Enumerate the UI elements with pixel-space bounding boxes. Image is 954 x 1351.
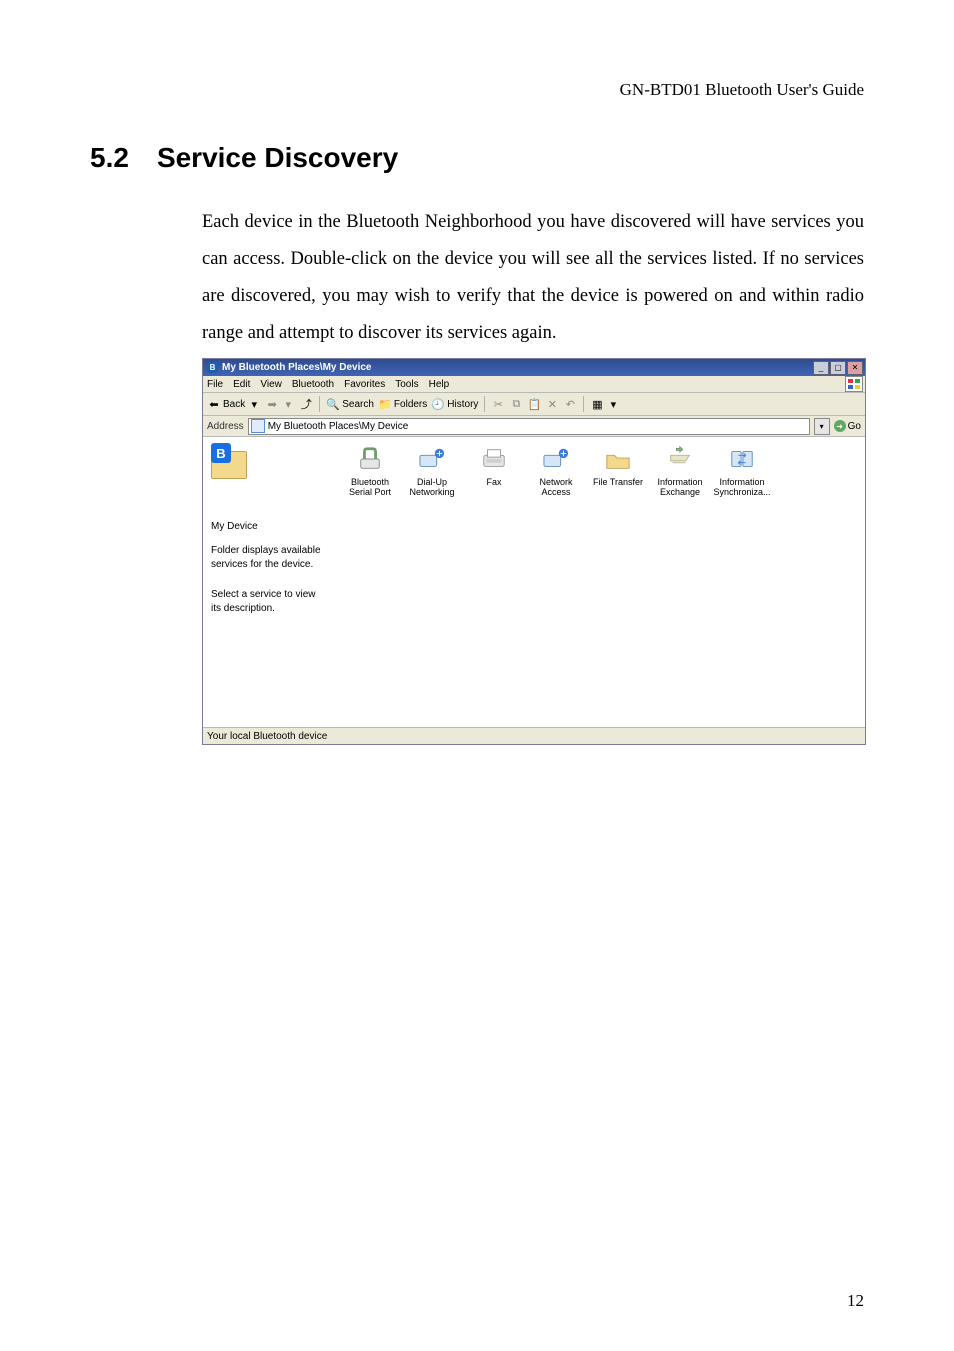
copy-button[interactable]: ⧉	[509, 397, 523, 411]
address-bar: Address My Bluetooth Places\My Device ▾ …	[203, 416, 865, 437]
up-icon: ⤴	[299, 397, 313, 411]
go-button[interactable]: ➜ Go	[834, 420, 861, 432]
location-icon	[251, 419, 265, 433]
serial-port-icon	[354, 445, 386, 473]
address-value: My Bluetooth Places\My Device	[268, 421, 409, 432]
address-dropdown[interactable]: ▾	[814, 418, 830, 435]
fax-icon	[478, 445, 510, 473]
go-arrow-icon: ➜	[834, 420, 846, 432]
folders-button[interactable]: 📁Folders	[378, 397, 427, 411]
service-file-transfer[interactable]: File Transfer	[587, 445, 649, 487]
left-info-panel: B My Device Folder displays available se…	[203, 437, 335, 727]
panel-hint: Select a service to view its description…	[211, 588, 326, 616]
paste-button[interactable]: 📋	[527, 397, 541, 411]
copy-icon: ⧉	[509, 397, 523, 411]
search-icon: 🔍	[326, 397, 340, 411]
chevron-down-icon: ▾	[606, 397, 620, 411]
folders-icon: 📁	[378, 397, 392, 411]
window-title: My Bluetooth Places\My Device	[222, 362, 372, 373]
up-button[interactable]: ⤴	[299, 397, 313, 411]
delete-icon: ✕	[545, 397, 559, 411]
chevron-down-icon: ▾	[281, 397, 295, 411]
forward-button[interactable]: ➡▾	[265, 397, 295, 411]
page-header: GN-BTD01 Bluetooth User's Guide	[90, 80, 864, 100]
menu-file[interactable]: File	[207, 379, 223, 390]
menu-bluetooth[interactable]: Bluetooth	[292, 379, 334, 390]
back-button[interactable]: ⬅Back▾	[207, 397, 261, 411]
history-icon: 🕘	[431, 397, 445, 411]
menu-help[interactable]: Help	[429, 379, 450, 390]
menubar: File Edit View Bluetooth Favorites Tools…	[203, 376, 865, 393]
service-info-exchange[interactable]: Information Exchange	[649, 445, 711, 498]
client-area: B My Device Folder displays available se…	[203, 437, 865, 727]
service-dialup[interactable]: Dial-Up Networking	[401, 445, 463, 498]
address-input[interactable]: My Bluetooth Places\My Device	[248, 418, 810, 435]
menu-favorites[interactable]: Favorites	[344, 379, 385, 390]
info-exchange-icon	[664, 445, 696, 473]
dialup-icon	[416, 445, 448, 473]
device-name: My Device	[211, 521, 326, 532]
section-number: 5.2	[90, 142, 129, 174]
page-number: 12	[847, 1291, 864, 1311]
section-body: Each device in the Bluetooth Neighborhoo…	[202, 204, 864, 352]
undo-icon: ↶	[563, 397, 577, 411]
section-heading: 5.2 Service Discovery	[90, 142, 864, 174]
service-fax[interactable]: Fax	[463, 445, 525, 487]
explorer-window: B My Bluetooth Places\My Device _ ▢ ✕ Fi…	[202, 358, 866, 745]
status-bar: Your local Bluetooth device	[203, 727, 865, 744]
service-info-sync[interactable]: Information Synchroniza...	[711, 445, 773, 498]
minimize-button[interactable]: _	[813, 361, 829, 375]
menu-edit[interactable]: Edit	[233, 379, 250, 390]
network-access-icon	[540, 445, 572, 473]
panel-description: Folder displays available services for t…	[211, 544, 326, 572]
windows-logo-icon	[845, 376, 863, 392]
paste-icon: 📋	[527, 397, 541, 411]
forward-arrow-icon: ➡	[265, 397, 279, 411]
views-button[interactable]: ▦▾	[590, 397, 620, 411]
search-button[interactable]: 🔍Search	[326, 397, 374, 411]
address-label: Address	[207, 421, 244, 432]
undo-button[interactable]: ↶	[563, 397, 577, 411]
chevron-down-icon: ▾	[247, 397, 261, 411]
service-serial-port[interactable]: Bluetooth Serial Port	[339, 445, 401, 498]
device-large-icon: B	[211, 443, 259, 483]
menu-tools[interactable]: Tools	[395, 379, 418, 390]
views-icon: ▦	[590, 397, 604, 411]
section-title: Service Discovery	[157, 142, 398, 173]
titlebar[interactable]: B My Bluetooth Places\My Device _ ▢ ✕	[203, 359, 865, 376]
delete-button[interactable]: ✕	[545, 397, 559, 411]
toolbar: ⬅Back▾ ➡▾ ⤴ 🔍Search 📁Folders 🕘History ✂ …	[203, 393, 865, 416]
service-network-access[interactable]: Network Access	[525, 445, 587, 498]
cut-button[interactable]: ✂	[491, 397, 505, 411]
back-arrow-icon: ⬅	[207, 397, 221, 411]
bluetooth-icon: B	[207, 362, 218, 373]
menu-view[interactable]: View	[260, 379, 282, 390]
history-button[interactable]: 🕘History	[431, 397, 478, 411]
file-transfer-icon	[602, 445, 634, 473]
info-sync-icon	[726, 445, 758, 473]
status-text: Your local Bluetooth device	[207, 731, 327, 742]
cut-icon: ✂	[491, 397, 505, 411]
close-button[interactable]: ✕	[847, 361, 863, 375]
maximize-button[interactable]: ▢	[830, 361, 846, 375]
services-area: Bluetooth Serial Port Dial-Up Networking…	[335, 437, 865, 727]
